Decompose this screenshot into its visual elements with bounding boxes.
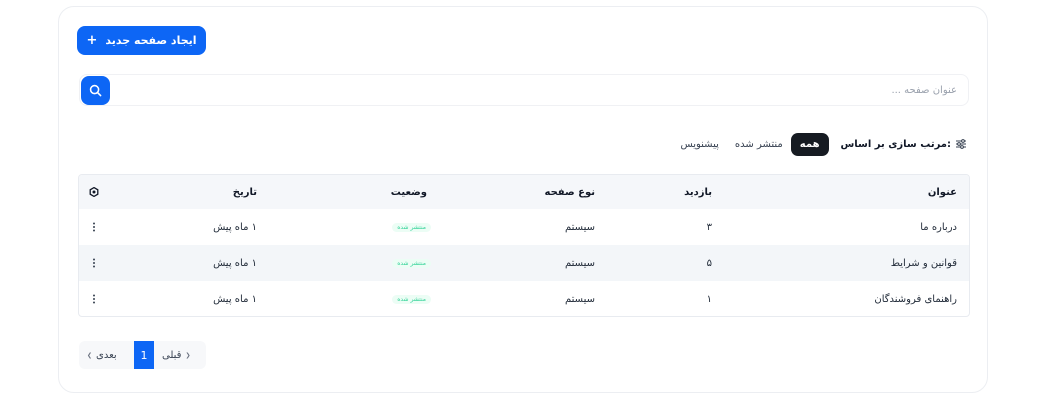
page-title[interactable]: قوانین و شرایط [891,245,957,281]
pages-table: عنوان بازدید نوع صفحه وضعیت تاریخ درباره… [78,174,970,317]
sort-label: مرتب سازی بر اساس: [840,138,952,150]
table-row[interactable]: راهنمای فروشندگان ۱ سیستم منتشر شده ۱ ما… [79,281,969,316]
plus-icon: + [86,33,98,48]
prev-page-label: قبلی [162,349,182,361]
page-type: سیستم [565,293,595,305]
page-visits: ۱ [706,293,712,305]
search-bar [79,74,969,106]
status-cell: منتشر شده [392,281,431,316]
page-title[interactable]: راهنمای فروشندگان [874,281,957,316]
page-date: ۱ ماه پیش [213,221,257,233]
column-header-status[interactable]: وضعیت [391,175,427,209]
page-date: ۱ ماه پیش [213,257,257,269]
chevron-left-icon: ❮ [87,351,93,359]
row-actions-button[interactable] [89,245,99,281]
table-header-row: عنوان بازدید نوع صفحه وضعیت تاریخ [79,175,969,209]
status-cell: منتشر شده [392,245,431,281]
column-header-visits[interactable]: بازدید [684,175,712,209]
tab-all[interactable]: همه [790,132,829,156]
table-row[interactable]: قوانین و شرایط ۵ سیستم منتشر شده ۱ ماه پ… [79,245,969,281]
tab-draft[interactable]: پیشنویس [672,133,726,156]
status-badge: منتشر شده [392,258,431,268]
row-actions-button[interactable] [89,209,99,245]
gear-icon [89,187,99,197]
next-page-button[interactable]: ❮ بعدی [87,341,117,369]
page-visits: ۵ [706,257,712,269]
kebab-menu-icon [93,294,95,304]
column-settings-button[interactable] [89,175,99,209]
status-badge: منتشر شده [392,294,431,304]
row-actions-button[interactable] [89,281,99,316]
page-type: سیستم [565,221,595,233]
status-cell: منتشر شده [392,209,431,245]
page-visits: ۳ [706,221,712,233]
sliders-icon [956,139,966,149]
column-header-title[interactable]: عنوان [928,175,957,209]
page-number-current[interactable]: 1 [134,341,154,369]
kebab-menu-icon [93,222,95,232]
prev-page-button[interactable]: قبلی ❯ [162,341,190,369]
status-badge: منتشر شده [392,222,431,232]
search-input[interactable] [110,75,968,105]
next-page-label: بعدی [96,349,117,361]
chevron-right-icon: ❯ [185,351,191,359]
tab-published[interactable]: منتشر شده [727,133,791,156]
pagination: ❮ بعدی 1 قبلی ❯ [79,341,206,369]
create-page-label: ایجاد صفحه جدید [105,34,197,47]
search-button[interactable] [81,76,110,105]
kebab-menu-icon [93,258,95,268]
column-header-date[interactable]: تاریخ [233,175,257,209]
page-type: سیستم [565,257,595,269]
page-title[interactable]: درباره ما [920,209,957,245]
page-date: ۱ ماه پیش [213,293,257,305]
column-header-type[interactable]: نوع صفحه [545,175,595,209]
search-icon [89,84,102,97]
create-page-button[interactable]: ایجاد صفحه جدید + [77,26,206,55]
filter-bar: مرتب سازی بر اساس: همه منتشر شده پیشنویس [672,132,967,156]
table-row[interactable]: درباره ما ۳ سیستم منتشر شده ۱ ماه پیش [79,209,969,245]
